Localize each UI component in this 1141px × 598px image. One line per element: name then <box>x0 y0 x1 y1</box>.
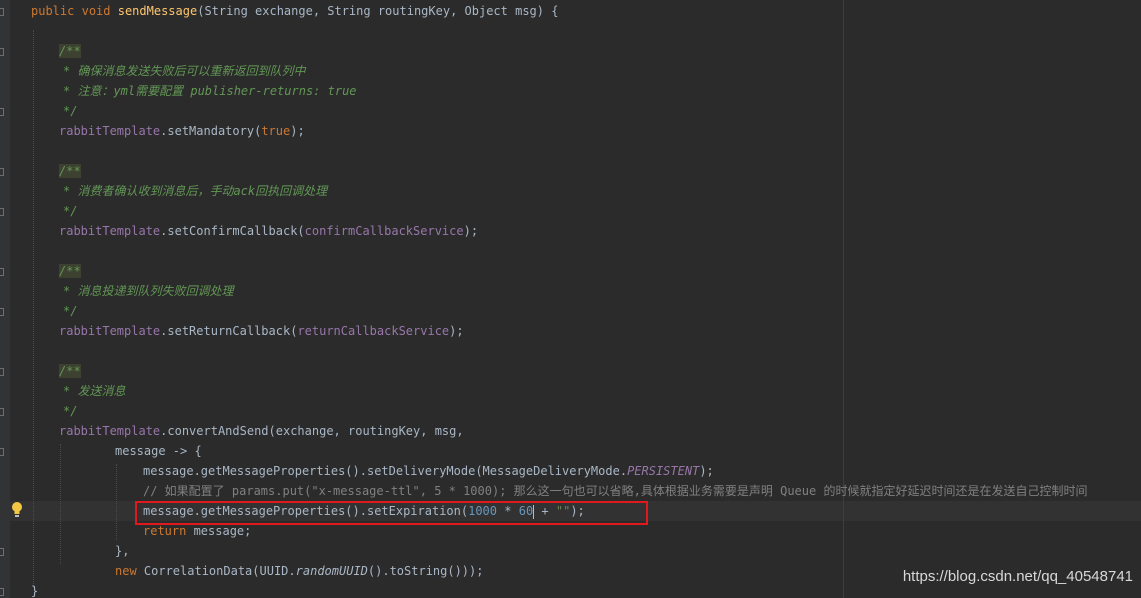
keyword-return: return <box>143 524 187 538</box>
statement-end: ); <box>449 324 464 338</box>
code-line-comment[interactable]: // 如果配置了 params.put("x-message-ttl", 5 *… <box>143 481 1087 501</box>
line-comment: // 如果配置了 params.put("x-message-ttl", 5 *… <box>143 484 1088 498</box>
javadoc-close: */ <box>63 304 78 318</box>
statement-end: ); <box>463 224 479 238</box>
javadoc-open: /** <box>59 364 81 378</box>
code-line-lambda-close[interactable]: }, <box>115 541 129 561</box>
code-line-correlation-data[interactable]: new CorrelationData(UUID.randomUUID().to… <box>115 561 483 581</box>
method-call: .setReturnCallback( <box>160 324 298 338</box>
code-line-lambda-start[interactable]: message -> { <box>115 441 202 461</box>
method-call: .setMandatory( <box>160 124 262 138</box>
keyword-true: true <box>261 124 291 138</box>
code-line-doc[interactable]: * 注意：yml需要配置 publisher-returns: true <box>63 81 357 101</box>
indent-guide <box>33 30 34 588</box>
field-confirm-callback-service: confirmCallbackService <box>304 224 464 238</box>
right-margin-guide <box>843 0 844 598</box>
annotation-highlight-box <box>135 501 648 525</box>
javadoc-text: * 消费者确认收到消息后，手动ack回执回调处理 <box>63 184 328 198</box>
fold-marker[interactable] <box>0 408 4 416</box>
fold-marker[interactable] <box>0 308 4 316</box>
field-rabbit-template: rabbitTemplate <box>59 324 161 338</box>
constructor-call: CorrelationData(UUID. <box>136 564 296 578</box>
code-line-doc[interactable]: * 消费者确认收到消息后，手动ack回执回调处理 <box>63 181 327 201</box>
fold-marker[interactable] <box>0 548 4 556</box>
fold-marker[interactable] <box>0 8 4 16</box>
javadoc-open: /** <box>59 264 81 278</box>
watermark-url: https://blog.csdn.net/qq_40548741 <box>902 568 1133 585</box>
lambda-close: }, <box>115 544 130 558</box>
code-line-doc[interactable]: * 发送消息 <box>63 381 125 401</box>
constant-persistent: PERSISTENT <box>627 464 700 478</box>
return-value: message; <box>186 524 252 538</box>
static-method-random-uuid: randomUUID <box>295 564 368 578</box>
fold-marker[interactable] <box>0 368 4 376</box>
field-rabbit-template: rabbitTemplate <box>59 124 161 138</box>
method-close-brace: } <box>31 584 39 598</box>
keyword-void: void <box>81 4 111 18</box>
code-line-set-return-callback[interactable]: rabbitTemplate.setReturnCallback(returnC… <box>59 321 464 341</box>
code-line-set-confirm-callback[interactable]: rabbitTemplate.setConfirmCallback(confir… <box>59 221 478 241</box>
javadoc-text: * 消息投递到队列失败回调处理 <box>63 284 234 298</box>
fold-marker[interactable] <box>0 588 4 596</box>
code-line-doc-close[interactable]: */ <box>63 201 77 221</box>
indent-guide <box>116 464 117 540</box>
javadoc-open: /** <box>59 44 81 58</box>
code-line-doc-open[interactable]: /** <box>59 161 81 181</box>
statement-end: ); <box>699 464 714 478</box>
javadoc-text: * 发送消息 <box>63 384 126 398</box>
javadoc-text: * 确保消息发送失败后可以重新返回到队列中 <box>63 64 306 78</box>
code-line-doc-close[interactable]: */ <box>63 301 77 321</box>
code-line-method-signature[interactable]: public void sendMessage(String exchange,… <box>31 1 558 21</box>
javadoc-open: /** <box>59 164 81 178</box>
method-call: .convertAndSend(exchange, routingKey, ms… <box>160 424 464 438</box>
keyword-public: public <box>31 4 75 18</box>
indent-guide <box>60 444 61 564</box>
code-line-doc-open[interactable]: /** <box>59 361 81 381</box>
javadoc-close: */ <box>63 404 78 418</box>
code-line-doc-open[interactable]: /** <box>59 261 81 281</box>
editor-gutter[interactable] <box>0 0 10 598</box>
code-line-convert-and-send[interactable]: rabbitTemplate.convertAndSend(exchange, … <box>59 421 464 441</box>
code-line-set-mandatory[interactable]: rabbitTemplate.setMandatory(true); <box>59 121 305 141</box>
lightbulb-icon[interactable] <box>10 501 24 519</box>
code-line-doc-close[interactable]: */ <box>63 101 77 121</box>
fold-marker[interactable] <box>0 168 4 176</box>
field-rabbit-template: rabbitTemplate <box>59 224 161 238</box>
fold-marker[interactable] <box>0 48 4 56</box>
method-name: sendMessage <box>117 4 198 18</box>
code-line-doc-open[interactable]: /** <box>59 41 81 61</box>
code-line-doc[interactable]: * 确保消息发送失败后可以重新返回到队列中 <box>63 61 305 81</box>
fold-marker[interactable] <box>0 448 4 456</box>
fold-marker[interactable] <box>0 268 4 276</box>
code-line-doc-close[interactable]: */ <box>63 401 77 421</box>
statement-end: ); <box>290 124 305 138</box>
method-call: message.getMessageProperties().setDelive… <box>143 464 628 478</box>
statement-end: ().toString())); <box>367 564 484 578</box>
code-editor[interactable]: public void sendMessage(String exchange,… <box>0 0 1141 598</box>
fold-marker[interactable] <box>0 108 4 116</box>
keyword-new: new <box>115 564 137 578</box>
field-return-callback-service: returnCallbackService <box>297 324 450 338</box>
fold-marker[interactable] <box>0 208 4 216</box>
method-params: (String exchange, String routingKey, Obj… <box>197 4 559 18</box>
code-line-method-close[interactable]: } <box>31 581 38 598</box>
javadoc-close: */ <box>63 104 78 118</box>
method-call: .setConfirmCallback( <box>160 224 305 238</box>
lambda-start: message -> { <box>115 444 202 458</box>
code-line-doc[interactable]: * 消息投递到队列失败回调处理 <box>63 281 233 301</box>
javadoc-text: * 注意：yml需要配置 publisher-returns: true <box>63 84 357 98</box>
javadoc-close: */ <box>63 204 78 218</box>
code-line-set-delivery-mode[interactable]: message.getMessageProperties().setDelive… <box>143 461 714 481</box>
field-rabbit-template: rabbitTemplate <box>59 424 161 438</box>
